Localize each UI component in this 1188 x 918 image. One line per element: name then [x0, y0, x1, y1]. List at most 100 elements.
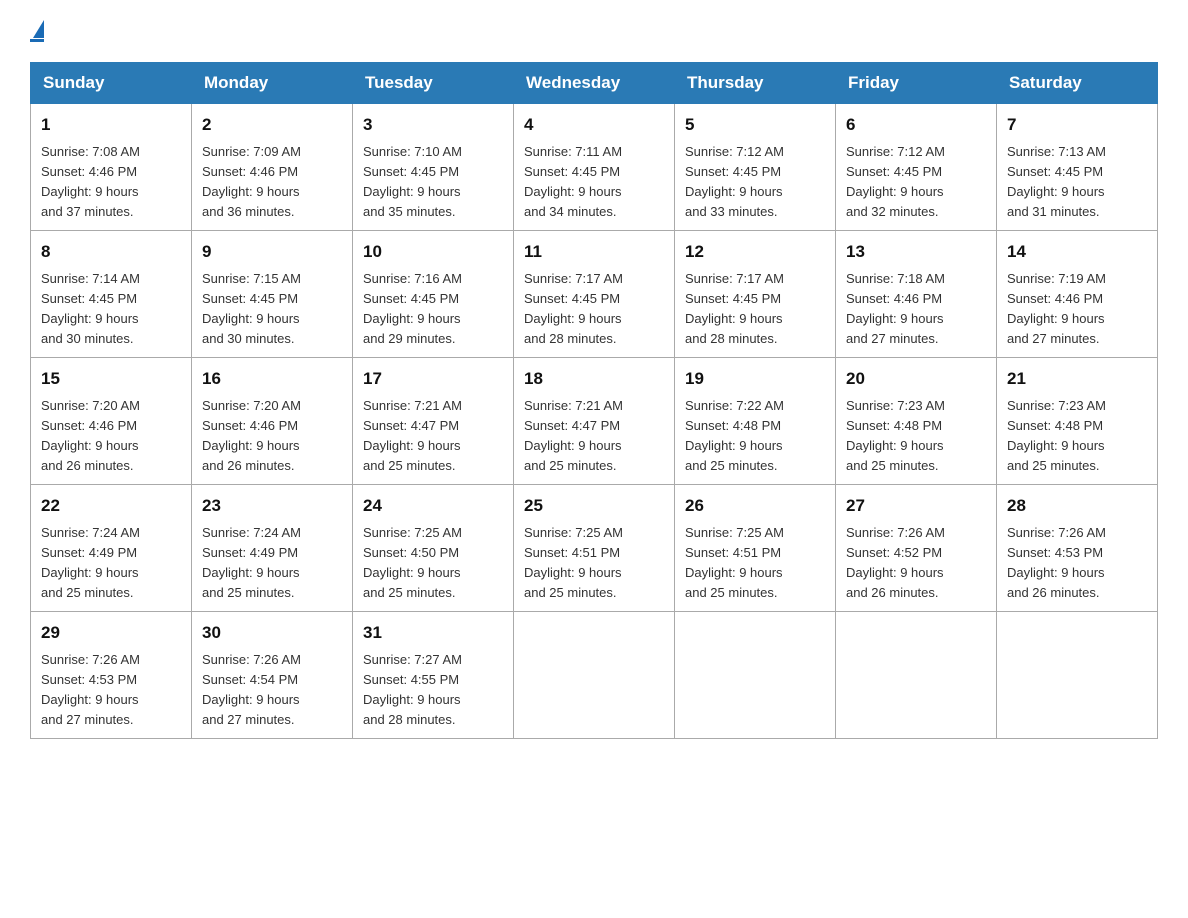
weekday-header-sunday: Sunday	[31, 63, 192, 104]
day-info: Sunrise: 7:08 AMSunset: 4:46 PMDaylight:…	[41, 144, 140, 219]
day-info: Sunrise: 7:11 AMSunset: 4:45 PMDaylight:…	[524, 144, 622, 219]
calendar-table: SundayMondayTuesdayWednesdayThursdayFrid…	[30, 62, 1158, 739]
weekday-header-saturday: Saturday	[997, 63, 1158, 104]
day-info: Sunrise: 7:24 AMSunset: 4:49 PMDaylight:…	[41, 525, 140, 600]
day-number: 20	[846, 366, 986, 392]
day-info: Sunrise: 7:17 AMSunset: 4:45 PMDaylight:…	[685, 271, 784, 346]
day-number: 29	[41, 620, 181, 646]
day-number: 5	[685, 112, 825, 138]
page-header	[30, 20, 1158, 42]
calendar-week-row: 15 Sunrise: 7:20 AMSunset: 4:46 PMDayligh…	[31, 358, 1158, 485]
day-number: 15	[41, 366, 181, 392]
day-number: 24	[363, 493, 503, 519]
day-info: Sunrise: 7:18 AMSunset: 4:46 PMDaylight:…	[846, 271, 945, 346]
calendar-cell: 15 Sunrise: 7:20 AMSunset: 4:46 PMDayligh…	[31, 358, 192, 485]
day-info: Sunrise: 7:26 AMSunset: 4:52 PMDaylight:…	[846, 525, 945, 600]
day-number: 28	[1007, 493, 1147, 519]
day-info: Sunrise: 7:17 AMSunset: 4:45 PMDaylight:…	[524, 271, 623, 346]
calendar-cell: 9Sunrise: 7:15 AMSunset: 4:45 PMDaylight…	[192, 231, 353, 358]
day-number: 6	[846, 112, 986, 138]
day-number: 2	[202, 112, 342, 138]
day-number: 22	[41, 493, 181, 519]
calendar-cell: 26 Sunrise: 7:25 AMSunset: 4:51 PMDayligh…	[675, 485, 836, 612]
day-info: Sunrise: 7:26 AMSunset: 4:54 PMDaylight:…	[202, 652, 301, 727]
weekday-header-monday: Monday	[192, 63, 353, 104]
logo-underline	[30, 39, 44, 42]
calendar-cell: 22 Sunrise: 7:24 AMSunset: 4:49 PMDayligh…	[31, 485, 192, 612]
calendar-cell: 23 Sunrise: 7:24 AMSunset: 4:49 PMDayligh…	[192, 485, 353, 612]
calendar-week-row: 8Sunrise: 7:14 AMSunset: 4:45 PMDaylight…	[31, 231, 1158, 358]
weekday-header-wednesday: Wednesday	[514, 63, 675, 104]
calendar-cell: 29 Sunrise: 7:26 AMSunset: 4:53 PMDayligh…	[31, 612, 192, 739]
day-info: Sunrise: 7:20 AMSunset: 4:46 PMDaylight:…	[41, 398, 140, 473]
day-number: 10	[363, 239, 503, 265]
day-number: 9	[202, 239, 342, 265]
calendar-cell	[836, 612, 997, 739]
day-number: 3	[363, 112, 503, 138]
day-info: Sunrise: 7:27 AMSunset: 4:55 PMDaylight:…	[363, 652, 462, 727]
day-number: 23	[202, 493, 342, 519]
calendar-cell: 28 Sunrise: 7:26 AMSunset: 4:53 PMDayligh…	[997, 485, 1158, 612]
calendar-cell: 8Sunrise: 7:14 AMSunset: 4:45 PMDaylight…	[31, 231, 192, 358]
day-info: Sunrise: 7:12 AMSunset: 4:45 PMDaylight:…	[846, 144, 945, 219]
calendar-cell	[514, 612, 675, 739]
day-number: 19	[685, 366, 825, 392]
day-info: Sunrise: 7:20 AMSunset: 4:46 PMDaylight:…	[202, 398, 301, 473]
calendar-cell: 13 Sunrise: 7:18 AMSunset: 4:46 PMDayligh…	[836, 231, 997, 358]
day-info: Sunrise: 7:26 AMSunset: 4:53 PMDaylight:…	[1007, 525, 1106, 600]
calendar-cell: 3 Sunrise: 7:10 AMSunset: 4:45 PMDaylight…	[353, 104, 514, 231]
day-number: 30	[202, 620, 342, 646]
calendar-week-row: 29 Sunrise: 7:26 AMSunset: 4:53 PMDayligh…	[31, 612, 1158, 739]
calendar-cell: 2 Sunrise: 7:09 AMSunset: 4:46 PMDaylight…	[192, 104, 353, 231]
day-info: Sunrise: 7:24 AMSunset: 4:49 PMDaylight:…	[202, 525, 301, 600]
calendar-cell: 4 Sunrise: 7:11 AMSunset: 4:45 PMDaylight…	[514, 104, 675, 231]
day-number: 26	[685, 493, 825, 519]
logo-flag-icon	[33, 20, 44, 38]
day-number: 14	[1007, 239, 1147, 265]
weekday-header-friday: Friday	[836, 63, 997, 104]
day-info: Sunrise: 7:22 AMSunset: 4:48 PMDaylight:…	[685, 398, 784, 473]
day-info: Sunrise: 7:23 AMSunset: 4:48 PMDaylight:…	[846, 398, 945, 473]
calendar-cell: 27 Sunrise: 7:26 AMSunset: 4:52 PMDayligh…	[836, 485, 997, 612]
day-info: Sunrise: 7:21 AMSunset: 4:47 PMDaylight:…	[363, 398, 462, 473]
calendar-cell: 16 Sunrise: 7:20 AMSunset: 4:46 PMDayligh…	[192, 358, 353, 485]
day-info: Sunrise: 7:12 AMSunset: 4:45 PMDaylight:…	[685, 144, 784, 219]
calendar-week-row: 22 Sunrise: 7:24 AMSunset: 4:49 PMDayligh…	[31, 485, 1158, 612]
calendar-cell: 14 Sunrise: 7:19 AMSunset: 4:46 PMDayligh…	[997, 231, 1158, 358]
calendar-cell: 21 Sunrise: 7:23 AMSunset: 4:48 PMDayligh…	[997, 358, 1158, 485]
calendar-cell	[997, 612, 1158, 739]
calendar-cell: 25Sunrise: 7:25 AMSunset: 4:51 PMDayligh…	[514, 485, 675, 612]
day-number: 12	[685, 239, 825, 265]
day-number: 21	[1007, 366, 1147, 392]
day-number: 17	[363, 366, 503, 392]
day-number: 11	[524, 239, 664, 265]
calendar-cell: 30 Sunrise: 7:26 AMSunset: 4:54 PMDayligh…	[192, 612, 353, 739]
day-number: 1	[41, 112, 181, 138]
day-info: Sunrise: 7:25 AMSunset: 4:51 PMDaylight:…	[685, 525, 784, 600]
weekday-header-tuesday: Tuesday	[353, 63, 514, 104]
day-info: Sunrise: 7:23 AMSunset: 4:48 PMDaylight:…	[1007, 398, 1106, 473]
day-info: Sunrise: 7:16 AMSunset: 4:45 PMDaylight:…	[363, 271, 462, 346]
day-number: 7	[1007, 112, 1147, 138]
logo	[30, 20, 44, 42]
day-number: 16	[202, 366, 342, 392]
calendar-cell: 10 Sunrise: 7:16 AMSunset: 4:45 PMDayligh…	[353, 231, 514, 358]
day-info: Sunrise: 7:09 AMSunset: 4:46 PMDaylight:…	[202, 144, 301, 219]
day-info: Sunrise: 7:13 AMSunset: 4:45 PMDaylight:…	[1007, 144, 1106, 219]
calendar-cell: 18Sunrise: 7:21 AMSunset: 4:47 PMDayligh…	[514, 358, 675, 485]
calendar-week-row: 1 Sunrise: 7:08 AMSunset: 4:46 PMDaylight…	[31, 104, 1158, 231]
calendar-cell: 5 Sunrise: 7:12 AMSunset: 4:45 PMDaylight…	[675, 104, 836, 231]
weekday-header-thursday: Thursday	[675, 63, 836, 104]
day-number: 27	[846, 493, 986, 519]
day-number: 31	[363, 620, 503, 646]
calendar-cell: 17 Sunrise: 7:21 AMSunset: 4:47 PMDayligh…	[353, 358, 514, 485]
day-number: 13	[846, 239, 986, 265]
day-number: 4	[524, 112, 664, 138]
calendar-cell: 31 Sunrise: 7:27 AMSunset: 4:55 PMDayligh…	[353, 612, 514, 739]
day-info: Sunrise: 7:10 AMSunset: 4:45 PMDaylight:…	[363, 144, 462, 219]
day-info: Sunrise: 7:26 AMSunset: 4:53 PMDaylight:…	[41, 652, 140, 727]
day-info: Sunrise: 7:21 AMSunset: 4:47 PMDaylight:…	[524, 398, 623, 473]
calendar-cell: 11 Sunrise: 7:17 AMSunset: 4:45 PMDayligh…	[514, 231, 675, 358]
day-info: Sunrise: 7:19 AMSunset: 4:46 PMDaylight:…	[1007, 271, 1106, 346]
weekday-header-row: SundayMondayTuesdayWednesdayThursdayFrid…	[31, 63, 1158, 104]
